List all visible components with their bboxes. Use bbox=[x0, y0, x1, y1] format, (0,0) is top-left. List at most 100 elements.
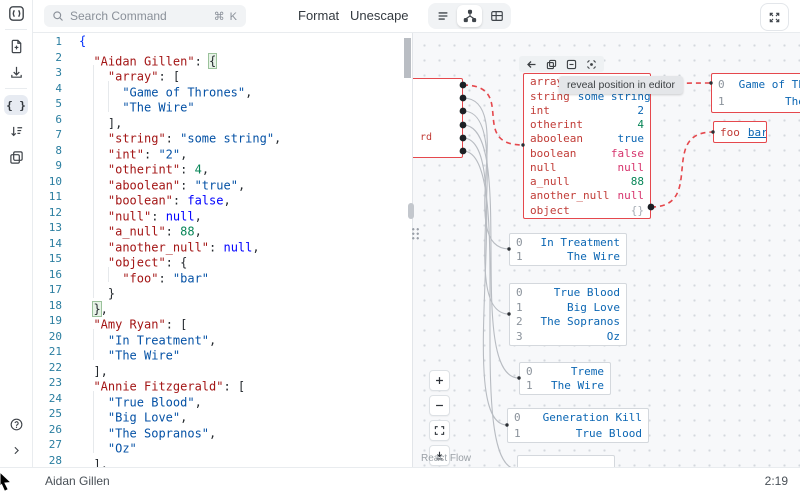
compare-copy-button[interactable] bbox=[0, 144, 32, 170]
line-number: 27 bbox=[32, 437, 79, 453]
code-line[interactable]: 23"Annie Fitzgerald": [ bbox=[32, 375, 412, 391]
focus-icon bbox=[586, 59, 597, 70]
code-text: "array": [ bbox=[79, 65, 180, 81]
json-view-button[interactable]: { } bbox=[4, 95, 28, 115]
graph-edge bbox=[463, 85, 523, 145]
code-text: "int": "2", bbox=[79, 143, 187, 159]
source-handle[interactable] bbox=[460, 108, 467, 115]
line-number: 25 bbox=[32, 406, 79, 422]
code-line[interactable]: 9"otherint": 4, bbox=[32, 158, 412, 174]
code-line[interactable]: 18}, bbox=[32, 298, 412, 314]
code-text: ], bbox=[79, 112, 122, 128]
code-text: } bbox=[79, 282, 115, 298]
search-input[interactable]: Search Command ⌘ K bbox=[44, 5, 246, 27]
code-text: "aboolean": "true", bbox=[79, 174, 245, 190]
collapse-node-button[interactable] bbox=[566, 59, 577, 70]
tooltip: reveal position in editor bbox=[559, 76, 683, 94]
code-text: "Amy Ryan": [ bbox=[79, 313, 187, 329]
code-line[interactable]: 20"In Treatment", bbox=[32, 329, 412, 345]
line-number: 22 bbox=[32, 360, 79, 376]
code-line[interactable]: 22], bbox=[32, 360, 412, 376]
collapse-sidebar-button[interactable] bbox=[0, 437, 32, 463]
line-number: 12 bbox=[32, 205, 79, 221]
source-handle[interactable] bbox=[460, 82, 467, 89]
code-line[interactable]: 21"The Wire" bbox=[32, 344, 412, 360]
target-handle bbox=[517, 376, 520, 379]
search-shortcut: ⌘ K bbox=[214, 10, 238, 23]
copy-node-button[interactable] bbox=[546, 59, 557, 70]
topbar: Search Command ⌘ K Format Unescape bbox=[32, 0, 800, 33]
graph-edge bbox=[463, 125, 519, 378]
code-line[interactable]: 25"Big Love", bbox=[32, 406, 412, 422]
new-file-button[interactable] bbox=[0, 33, 32, 59]
braces-icon: { } bbox=[6, 99, 26, 112]
code-line[interactable]: 4"Game of Thrones", bbox=[32, 81, 412, 97]
graph-view-button[interactable] bbox=[457, 5, 482, 27]
editor-scrollbar[interactable] bbox=[404, 38, 411, 78]
target-handle bbox=[507, 247, 510, 250]
list-view-button[interactable] bbox=[430, 5, 455, 27]
fullscreen-button[interactable] bbox=[760, 3, 789, 31]
code-editor[interactable]: 1{2"Aidan Gillen": {3"array": [4"Game of… bbox=[32, 32, 412, 467]
unescape-button[interactable]: Unescape bbox=[346, 6, 413, 25]
sidebar-divider bbox=[5, 88, 27, 89]
zoom-out-button[interactable] bbox=[429, 395, 450, 416]
line-number: 24 bbox=[32, 391, 79, 407]
code-line[interactable]: 3"array": [ bbox=[32, 65, 412, 81]
help-icon bbox=[9, 417, 24, 432]
transform-filter-button[interactable] bbox=[0, 118, 32, 144]
sidebar-divider bbox=[5, 29, 27, 30]
code-line[interactable]: 6], bbox=[32, 112, 412, 128]
panel-resize-handle[interactable] bbox=[408, 203, 414, 219]
react-flow-attribution[interactable]: React Flow bbox=[421, 453, 471, 464]
source-handle[interactable] bbox=[460, 135, 467, 142]
source-handle[interactable] bbox=[460, 95, 467, 102]
help-button[interactable] bbox=[0, 411, 32, 437]
code-line[interactable]: 26"The Sopranos", bbox=[32, 422, 412, 438]
code-text: "Game of Thrones", bbox=[79, 81, 252, 97]
line-number: 13 bbox=[32, 220, 79, 236]
source-handle[interactable] bbox=[460, 148, 467, 155]
code-line[interactable]: 14"another_null": null, bbox=[32, 236, 412, 252]
code-line[interactable]: 27"Oz" bbox=[32, 437, 412, 453]
code-line[interactable]: 17} bbox=[32, 282, 412, 298]
panel-divider bbox=[412, 32, 413, 467]
code-line[interactable]: 1{ bbox=[32, 34, 412, 50]
code-line[interactable]: 28], bbox=[32, 453, 412, 468]
table-view-button[interactable] bbox=[484, 5, 509, 27]
line-number: 2 bbox=[32, 50, 79, 66]
reveal-in-editor-button[interactable] bbox=[526, 59, 537, 70]
plus-icon bbox=[434, 375, 445, 386]
code-text: ], bbox=[79, 360, 108, 376]
code-line[interactable]: 2"Aidan Gillen": { bbox=[32, 50, 412, 66]
target-handle bbox=[505, 423, 508, 426]
format-button[interactable]: Format bbox=[294, 6, 343, 25]
app-logo-icon bbox=[8, 5, 25, 22]
sort-filter-icon bbox=[9, 124, 24, 139]
line-number: 23 bbox=[32, 375, 79, 391]
zoom-in-button[interactable] bbox=[429, 370, 450, 391]
line-number: 4 bbox=[32, 81, 79, 97]
code-line[interactable]: 10"aboolean": "true", bbox=[32, 174, 412, 190]
code-line[interactable]: 13"a_null": 88, bbox=[32, 220, 412, 236]
code-text: "Annie Fitzgerald": [ bbox=[79, 375, 245, 391]
app-logo[interactable] bbox=[0, 0, 32, 26]
line-number: 8 bbox=[32, 143, 79, 159]
graph-canvas[interactable]: reveal position in editor React Flow {}[… bbox=[413, 32, 800, 467]
line-number: 21 bbox=[32, 344, 79, 360]
line-number: 15 bbox=[32, 251, 79, 267]
download-button[interactable] bbox=[0, 59, 32, 85]
fit-view-button[interactable] bbox=[429, 420, 450, 441]
graph-edges bbox=[413, 32, 800, 467]
statusbar: Aidan Gillen 2:19 bbox=[0, 467, 800, 492]
code-line[interactable]: 11"boolean": false, bbox=[32, 189, 412, 205]
panel-resize-grip[interactable] bbox=[411, 227, 420, 240]
source-handle[interactable] bbox=[648, 204, 655, 211]
code-line[interactable]: 16"foo": "bar" bbox=[32, 267, 412, 283]
line-number: 20 bbox=[32, 329, 79, 345]
code-line[interactable]: 7"string": "some string", bbox=[32, 127, 412, 143]
focus-node-button[interactable] bbox=[586, 59, 597, 70]
code-line[interactable]: 19"Amy Ryan": [ bbox=[32, 313, 412, 329]
source-handle[interactable] bbox=[460, 122, 467, 129]
code-text: }, bbox=[79, 298, 108, 314]
